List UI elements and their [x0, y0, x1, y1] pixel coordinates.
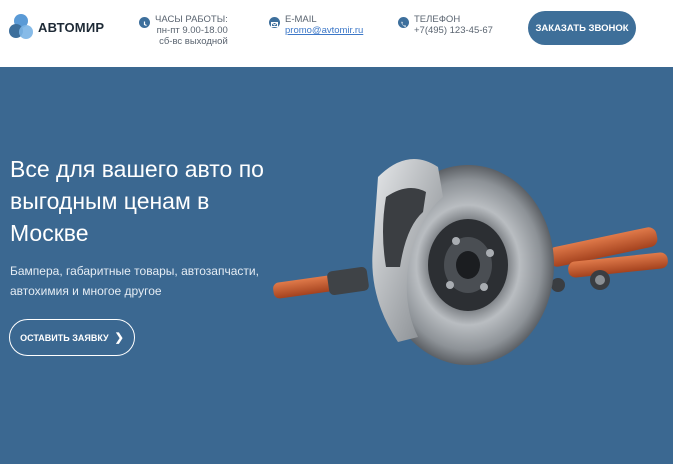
- phone-info: ТЕЛЕФОН +7(495) 123-45-67: [398, 14, 493, 36]
- site-header: АВТОМИР ЧАСЫ РАБОТЫ: пн-пт 9.00-18.00 сб…: [0, 0, 673, 67]
- phone-label: ТЕЛЕФОН: [414, 14, 461, 25]
- logo-icon: [8, 12, 34, 42]
- request-button-label: ОСТАВИТЬ ЗАЯВКУ: [20, 332, 109, 343]
- callback-button[interactable]: ЗАКАЗАТЬ ЗВОНОК: [528, 11, 636, 45]
- brand-name: АВТОМИР: [38, 19, 105, 35]
- hours-label: ЧАСЫ РАБОТЫ:: [155, 14, 228, 25]
- working-hours: ЧАСЫ РАБОТЫ: пн-пт 9.00-18.00 сб-вс выхо…: [139, 14, 228, 47]
- clock-icon: [139, 17, 150, 28]
- email-info: E-MAIL promo@avtomir.ru: [269, 14, 363, 36]
- phone-number[interactable]: +7(495) 123-45-67: [414, 25, 493, 36]
- phone-icon: [398, 17, 409, 28]
- hours-weekdays: пн-пт 9.00-18.00: [156, 25, 228, 36]
- hero-section: Все для вашего авто по выгодным ценам в …: [0, 67, 673, 464]
- email-link[interactable]: promo@avtomir.ru: [285, 25, 363, 36]
- hero-title: Все для вашего авто по выгодным ценам в …: [10, 156, 264, 246]
- hours-weekend: сб-вс выходной: [159, 36, 228, 47]
- logo[interactable]: АВТОМИР: [8, 12, 104, 42]
- brake-disc-image: [273, 159, 668, 365]
- mail-icon: [269, 17, 280, 28]
- chevron-right-icon: ❯: [114, 332, 124, 344]
- request-button[interactable]: ОСТАВИТЬ ЗАЯВКУ ❯: [9, 319, 135, 356]
- email-label: E-MAIL: [285, 14, 317, 25]
- hero-subtitle: Бампера, габаритные товары, автозапчасти…: [10, 264, 259, 298]
